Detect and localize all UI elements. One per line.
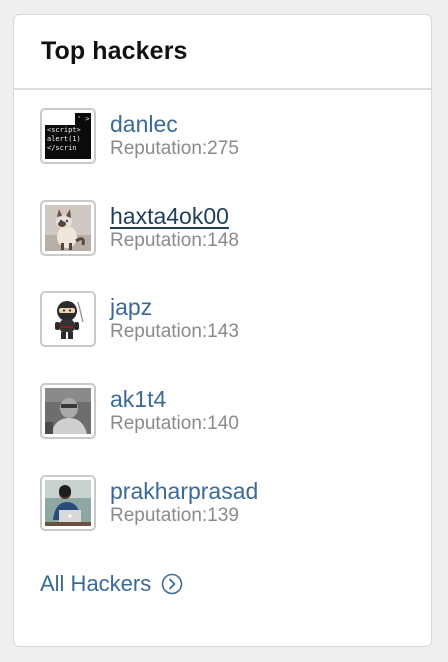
grayscale-photo-avatar-image — [45, 388, 91, 434]
grayscale-photo-avatar[interactable] — [40, 383, 96, 439]
ninja-avatar[interactable] — [40, 291, 96, 347]
hacker-reputation: Reputation:275 — [110, 138, 239, 159]
hacker-name-link[interactable]: danlec — [110, 111, 178, 137]
laptop-photo-avatar-image — [45, 480, 91, 526]
hacker-row: ' > <script> alert(1) </scrin danlec Rep… — [40, 108, 400, 166]
hacker-row: prakharprasad Reputation:139 — [40, 475, 400, 533]
ninja-avatar-image — [45, 296, 91, 342]
code-avatar-image: ' > <script> alert(1) </scrin — [45, 113, 91, 159]
hacker-reputation: Reputation:148 — [110, 230, 239, 251]
hacker-name-link[interactable]: japz — [110, 294, 152, 320]
hacker-name-link[interactable]: haxta4ok00 — [110, 203, 229, 229]
code-avatar[interactable]: ' > <script> alert(1) </scrin — [40, 108, 96, 164]
hacker-reputation: Reputation:140 — [110, 413, 239, 434]
hacker-name-link[interactable]: ak1t4 — [110, 386, 166, 412]
hacker-reputation: Reputation:143 — [110, 321, 239, 342]
cat-avatar-image — [45, 205, 91, 251]
widget-title: Top hackers — [41, 37, 188, 65]
hacker-row: ak1t4 Reputation:140 — [40, 383, 400, 441]
widget-header: Top hackers — [14, 15, 431, 90]
all-hackers-label: All Hackers — [40, 571, 152, 596]
all-hackers-link[interactable]: All Hackers — [40, 571, 183, 597]
hacker-name-link[interactable]: prakharprasad — [110, 478, 258, 504]
cat-avatar[interactable] — [40, 200, 96, 256]
laptop-photo-avatar[interactable] — [40, 475, 96, 531]
top-hackers-widget: Top hackers ' > <script> alert(1) </scri… — [13, 14, 432, 647]
hacker-reputation: Reputation:139 — [110, 505, 239, 526]
hacker-row: japz Reputation:143 — [40, 291, 400, 349]
chevron-right-circle-icon — [161, 573, 183, 595]
hacker-row: haxta4ok00 Reputation:148 — [40, 200, 400, 258]
